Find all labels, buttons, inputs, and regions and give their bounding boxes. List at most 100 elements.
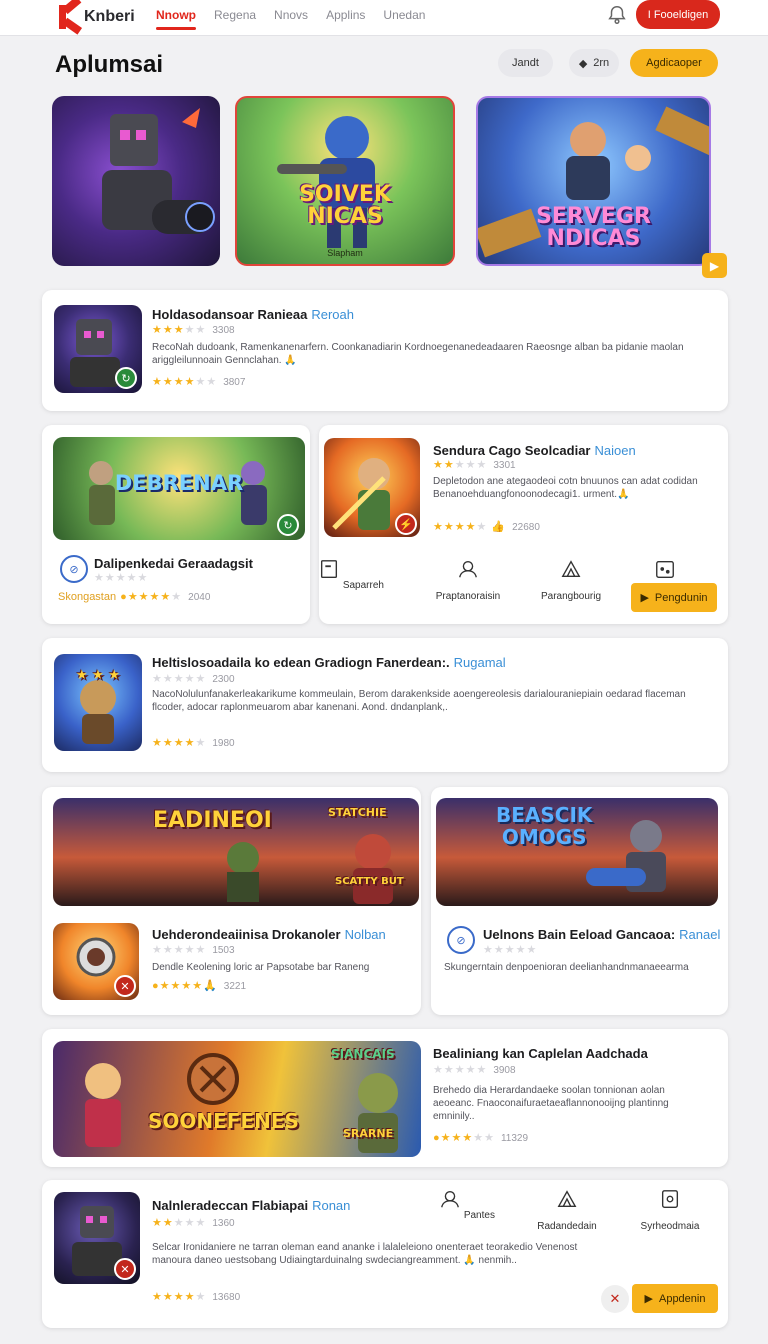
app-8-tag[interactable]: Ronan (312, 1198, 350, 1213)
app-8-count-b: 13680 (212, 1292, 241, 1303)
app-2-title: Dalipenkedai Geraadagsit (94, 556, 253, 571)
app-card-6[interactable]: BEASCIK OMOGS ⊘ Uelnons Bain Eeload Ganc… (431, 787, 728, 1015)
app-1-tag[interactable]: Reroah (311, 307, 354, 322)
app-2-rating-top: ★★★★★ (94, 572, 149, 584)
app-7-count-a: 3908 (493, 1065, 516, 1076)
sort-pill-button[interactable]: ◆ 2rn (569, 49, 619, 77)
app-5-name: Uehderondeaiinisa Drokanoler (152, 927, 341, 942)
nav-item-3[interactable]: Nnovs (274, 8, 308, 22)
app-7-banner-text-b: SIANCAIS (331, 1047, 395, 1061)
logo-text: Knberi (84, 8, 135, 25)
primary-pill-button[interactable]: Agdicaoper (630, 49, 718, 77)
app-1-count-b: 3807 (223, 377, 246, 388)
app-5-count-a: 1503 (212, 945, 235, 956)
app-8-primary-button[interactable]: ▶ Appdenin (632, 1284, 718, 1313)
app-2-banner-text: DEBRENAR (114, 471, 244, 495)
app-3-rating-bottom: ★★★★★ 👍 22680 (433, 521, 540, 533)
action-standings-label: Radandedain (537, 1221, 597, 1232)
action-syndicate[interactable]: Syrheodmaia (630, 1188, 710, 1232)
app-8-rating-top: ★★★★★ 1360 (152, 1217, 235, 1229)
app-5-banner-text-a: EADINEOI (153, 808, 272, 833)
action-players[interactable]: Praptanoraisin (428, 558, 508, 602)
sort-pill-label: 2rn (593, 57, 610, 69)
lock-icon (661, 1190, 679, 1208)
hero-banner-robot[interactable] (52, 96, 220, 266)
play-icon: ▶ (640, 592, 649, 604)
robot-illustration-icon (102, 108, 215, 234)
hero-2-subtitle: Slapham (327, 248, 363, 258)
app-3-primary-button[interactable]: ▶ Pengdunin (631, 583, 717, 612)
app-2-footer-label: Skongastan (58, 591, 117, 603)
app-card-7[interactable]: SOONEFENES SIANCAIS SRARNE Bealiniang ka… (42, 1029, 728, 1167)
clipboard-icon (321, 560, 338, 578)
notification-bell-icon[interactable] (606, 4, 628, 26)
app-3-tag[interactable]: Naioen (595, 443, 636, 458)
app-6-no-entry-icon: ⊘ (447, 926, 475, 954)
action-parties-label: Pantes (463, 1210, 495, 1221)
nav-item-5[interactable]: Unedan (383, 8, 425, 22)
app-5-description: Dendle Keolening loric ar Papsotabe bar … (152, 962, 370, 973)
app-2-banner: DEBRENAR (53, 437, 305, 540)
app-5-banner-text-b: STATCHIE (328, 806, 387, 819)
nav-item-4[interactable]: Applins (326, 8, 365, 22)
app-card-5[interactable]: EADINEOI STATCHIE SCATTY BUT ✕ Uehderond… (42, 787, 421, 1015)
app-3-title: Sendura Cago Seolcadiar Naioen (433, 443, 636, 458)
app-card-1[interactable]: ↻ Holdasodansoar Ranieaa Reroah ★★★★★ 3308… (42, 290, 728, 411)
action-parties[interactable]: Pantes (427, 1188, 507, 1221)
nav-item-1[interactable]: Nnowp (156, 8, 196, 30)
app-5-banner-text-c: SCATTY BUT (335, 876, 404, 887)
app-8-count-a: 1360 (212, 1218, 235, 1229)
app-1-title: Holdasodansoar Ranieaa Reroah (152, 307, 354, 322)
nav-item-2[interactable]: Regena (214, 8, 256, 22)
app-4-thumbnail: ★ ★ ★ (54, 654, 142, 751)
bolt-icon: ⚡ (395, 513, 417, 535)
trophy-icon (557, 1190, 577, 1208)
app-card-8[interactable]: ✕ Nalnleradeccan Flabiapai Ronan ★★★★★ 136… (42, 1180, 728, 1328)
app-5-title: Uehderondeaiinisa Drokanoler Nolban (152, 927, 386, 942)
logo[interactable]: Knberi (56, 0, 135, 35)
carousel-next-icon[interactable]: ▶ (702, 253, 727, 278)
app-8-close-icon: ✕ (114, 1258, 136, 1280)
app-3-rating-top: ★★★★★ 3301 (433, 459, 516, 471)
gamepad-icon[interactable] (654, 558, 676, 580)
app-6-title: Uelnons Bain Eeload Gancaoa: Ranael (483, 927, 720, 942)
hero-banner-soldier[interactable]: SOIVEK NICAS Slapham (235, 96, 455, 266)
app-card-3[interactable]: ⚡ Sendura Cago Seolcadiar Naioen ★★★★★ 330… (319, 425, 728, 624)
app-6-name: Uelnons Bain Eeload Gancaoa: (483, 927, 676, 942)
app-5-rating-bottom: ●★★★★🙏 3221 (152, 980, 247, 992)
action-standings[interactable]: Radandedain (527, 1188, 607, 1232)
app-7-description: Brehedo dia Herardandaeke soolan tonnion… (433, 1085, 669, 1122)
top-cta-button[interactable]: I Fooeldigen (636, 0, 720, 29)
app-1-description: RecoNah dudoank, Ramenkanenarfern. Coonk… (152, 342, 684, 366)
action-ranking[interactable]: Parangbourig (531, 558, 611, 602)
app-4-count-a: 2300 (212, 674, 235, 685)
action-save-label: Saparreh (342, 580, 384, 591)
app-card-4[interactable]: ★ ★ ★ Heltislosoadaila ko edean Gradiogn… (42, 638, 728, 772)
refresh-icon: ↻ (277, 514, 299, 536)
action-save[interactable]: Saparreh (311, 558, 391, 591)
hero-3-title: SERVEGR NDICAS (536, 204, 651, 251)
app-4-tag[interactable]: Rugamal (454, 655, 506, 670)
dismiss-button[interactable]: ✕ (601, 1285, 629, 1313)
diamond-icon: ◆ (578, 57, 588, 70)
app-7-banner: SOONEFENES SIANCAIS SRARNE (53, 1041, 421, 1157)
app-3-button-label: Pengdunin (654, 591, 708, 604)
app-7-count-b: 11329 (500, 1133, 529, 1144)
app-8-rating-bottom: ★★★★★ 13680 (152, 1291, 241, 1303)
filter-pill-label: Jandt (512, 57, 539, 69)
close-circle-icon: ✕ (114, 975, 136, 997)
app-3-description: Depletodon ane ategaodeoi cotn bnuunos c… (433, 476, 698, 500)
user-group-icon (459, 560, 477, 578)
app-1-name: Holdasodansoar Ranieaa (152, 307, 308, 322)
app-1-count-a: 3308 (212, 325, 235, 336)
app-6-tag[interactable]: Ranael (679, 927, 720, 942)
app-card-2[interactable]: DEBRENAR ↻ ⊘ Dalipenkedai Geraadagsit ★★… (42, 425, 310, 624)
filter-pill-button[interactable]: Jandt (498, 49, 553, 77)
hero-2-title: SOIVEK NICAS (299, 182, 391, 229)
app-5-banner: EADINEOI STATCHIE SCATTY BUT (53, 798, 419, 906)
app-4-title: Heltislosoadaila ko edean Gradiogn Faner… (152, 655, 506, 670)
app-2-count: 2040 (188, 592, 211, 603)
hero-banner-heroes[interactable]: SERVEGR NDICAS (476, 96, 711, 266)
app-8-button-label: Appdenin (658, 1292, 706, 1305)
app-5-tag[interactable]: Nolban (345, 927, 386, 942)
